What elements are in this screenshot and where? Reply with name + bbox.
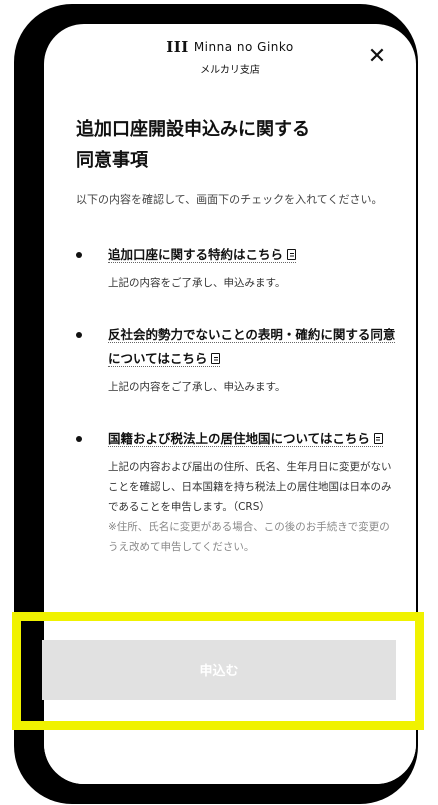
bullet (76, 436, 82, 442)
list-item: 反社会的勢力でないことの表明・確約に関する同意についてはこちら 上記の内容をご了… (76, 323, 398, 397)
list-item: 追加口座に関する特約はこちら 上記の内容をご了承し、申込みます。 (76, 243, 398, 293)
antisocial-declaration-link[interactable]: 反社会的勢力でないことの表明・確約に関する同意についてはこちら (108, 327, 396, 367)
document-icon (211, 353, 221, 364)
logo: III Minna no Ginko (44, 38, 416, 56)
consent-text: 上記の内容をご了承し、申込みます。 (108, 381, 286, 393)
bullet (76, 332, 82, 338)
close-icon[interactable]: ✕ (366, 46, 388, 68)
consent-text: 上記の内容をご了承し、申込みます。 (108, 277, 286, 289)
note-text: ※住所、氏名に変更がある場合、この後のお手続きで変更のうえ改めて申告してください… (108, 521, 390, 553)
tax-residency-link[interactable]: 国籍および税法上の居住地国についてはこちら (108, 431, 383, 447)
header: III Minna no Ginko メルカリ支店 ✕ (44, 24, 416, 94)
antisocial-declaration-link-label: 反社会的勢力でないことの表明・確約に関する同意についてはこちら (108, 327, 396, 366)
branch-name: メルカリ支店 (200, 65, 260, 76)
tax-residency-link-label: 国籍および税法上の居住地国についてはこちら (108, 431, 370, 446)
page-title: 追加口座開設申込みに関する 同意事項 (76, 114, 398, 176)
special-terms-link-label: 追加口座に関する特約はこちら (108, 247, 284, 262)
page-title-line2: 同意事項 (76, 150, 148, 171)
intro-text: 以下の内容を確認して、画面下のチェックを入れてください。 (76, 193, 383, 206)
document-icon (287, 249, 297, 260)
submit-button[interactable]: 申込む (42, 640, 396, 700)
special-terms-link[interactable]: 追加口座に関する特約はこちら (108, 247, 297, 263)
bullet (76, 252, 82, 258)
agreement-content: 追加口座開設申込みに関する 同意事項 以下の内容を確認して、画面下のチェックを入… (76, 114, 398, 557)
document-icon (373, 433, 383, 444)
logo-icon: III (166, 38, 189, 56)
logo-text: Minna no Ginko (193, 40, 294, 54)
list-item: 国籍および税法上の居住地国についてはこちら 上記の内容および届出の住所、氏名、生… (76, 427, 398, 557)
page-title-line1: 追加口座開設申込みに関する (76, 119, 310, 140)
consent-text: 上記の内容および届出の住所、氏名、生年月日に変更がないことを確認し、日本国籍を持… (108, 461, 392, 513)
